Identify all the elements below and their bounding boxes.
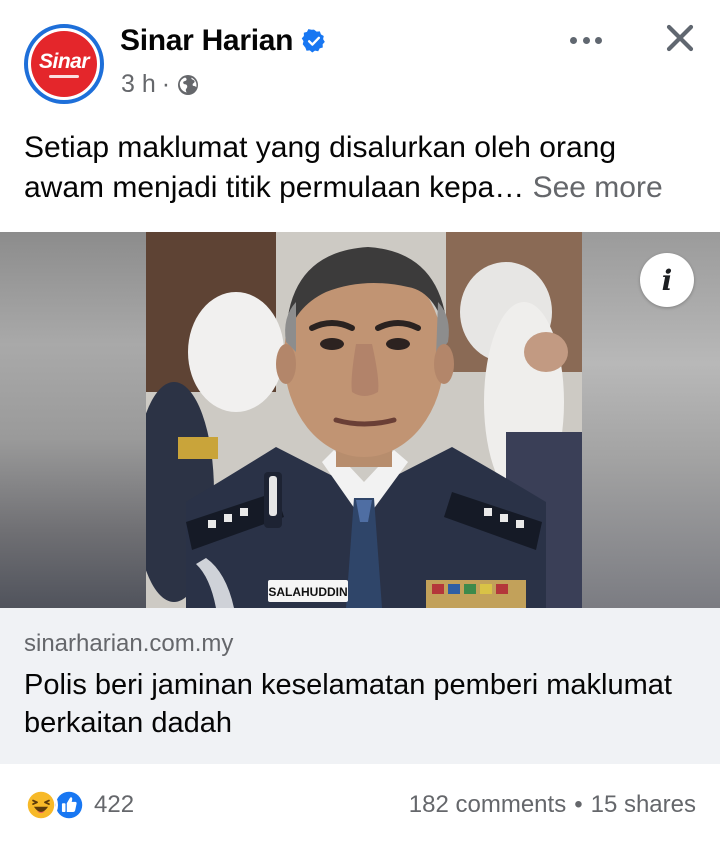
more-dot-icon: [595, 36, 602, 44]
link-title: Polis beri jaminan keselamatan pemberi m…: [24, 669, 672, 739]
avatar-logo-underline: [49, 74, 79, 78]
comments-count[interactable]: 182 comments: [409, 791, 566, 819]
info-button[interactable]: i: [640, 253, 694, 307]
name-tag-text: SALAHUDDIN: [268, 585, 347, 599]
post-stats: 182 comments • 15 shares: [409, 791, 696, 819]
post-media[interactable]: SALAHUDDIN i: [0, 232, 720, 608]
verified-badge-icon: [301, 29, 325, 53]
post-timestamp[interactable]: 3 h: [121, 70, 156, 99]
stats-separator: •: [574, 791, 583, 818]
media-blur-left: [0, 232, 146, 608]
more-dot-icon: [570, 36, 577, 44]
page-avatar[interactable]: Sinar: [24, 24, 104, 104]
close-icon[interactable]: [664, 22, 696, 54]
more-options-button[interactable]: [566, 28, 606, 52]
haha-icon: [24, 788, 58, 822]
post-text: Setiap maklumat yang disalurkan oleh ora…: [24, 128, 704, 208]
reaction-count: 422: [94, 791, 135, 818]
avatar-logo-text: Sinar: [38, 49, 90, 73]
post-header: Sinar Sinar Harian 3 h ·: [0, 0, 720, 120]
reactions-summary[interactable]: 422: [24, 788, 134, 822]
sinar-logo: Sinar: [31, 31, 97, 97]
more-dot-icon: [582, 36, 590, 44]
post-meta: 3 h ·: [121, 70, 200, 99]
post-text-body: Setiap maklumat yang disalurkan oleh ora…: [24, 131, 617, 204]
info-icon: i: [661, 263, 673, 297]
post-footer: 422 182 comments • 15 shares: [0, 764, 720, 842]
globe-icon: [178, 74, 199, 95]
shares-count[interactable]: 15 shares: [591, 791, 696, 819]
page-name[interactable]: Sinar Harian: [120, 24, 293, 58]
link-domain: sinarharian.com.my: [24, 630, 234, 657]
link-preview[interactable]: sinarharian.com.my Polis beri jaminan ke…: [0, 608, 720, 764]
officer-photo: SALAHUDDIN: [146, 232, 582, 608]
see-more-link[interactable]: See more: [533, 171, 663, 204]
meta-separator: ·: [161, 70, 171, 98]
page-name-row: Sinar Harian: [120, 24, 327, 58]
